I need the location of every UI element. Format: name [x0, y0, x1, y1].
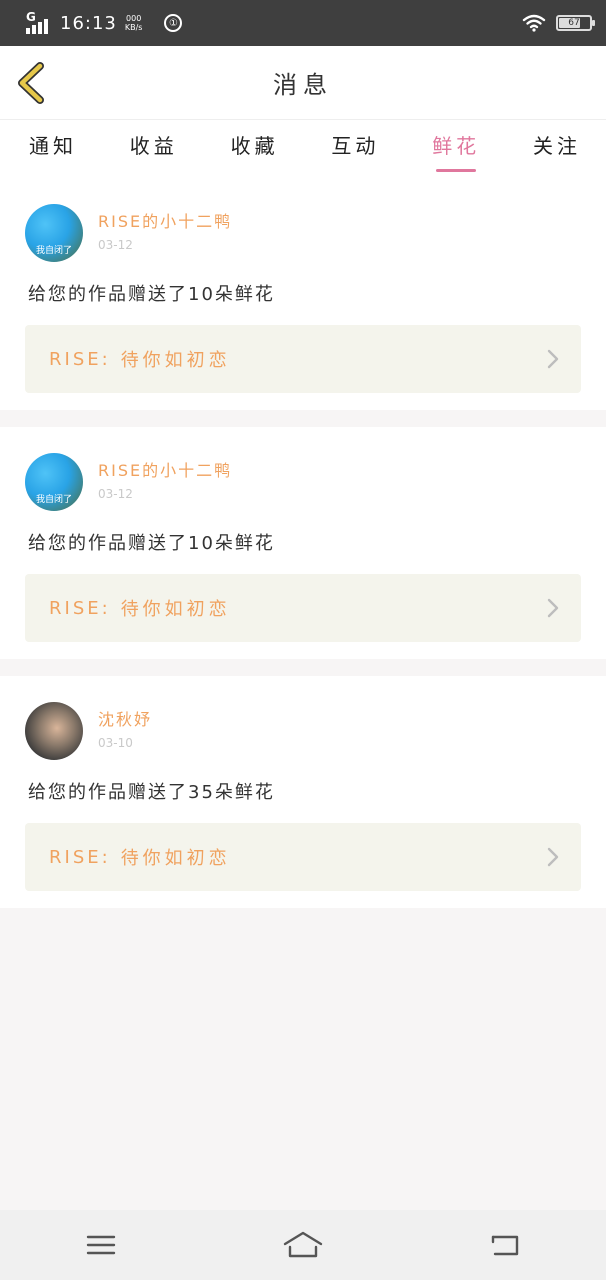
status-left: G 16:13 000 KB/s ①: [26, 10, 183, 34]
status-bar: G 16:13 000 KB/s ① 67: [0, 0, 606, 46]
message-list: 我自闭了 RISE的小十二鸭 03-12 给您的作品赠送了10朵鲜花 RISE:…: [0, 178, 606, 908]
work-link[interactable]: RISE: 待你如初恋: [25, 574, 581, 642]
chevron-right-icon: [547, 598, 559, 618]
message-text: 给您的作品赠送了10朵鲜花: [28, 533, 275, 554]
header: 消息: [0, 46, 606, 120]
avatar-caption: 我自闭了: [35, 495, 72, 505]
tab-income[interactable]: 收益: [127, 120, 181, 178]
tab-notice[interactable]: 通知: [26, 120, 80, 178]
tab-following[interactable]: 关注: [530, 120, 584, 178]
tab-interaction[interactable]: 互动: [328, 120, 382, 178]
tab-label: 通知: [29, 134, 77, 158]
back-button[interactable]: [14, 62, 50, 104]
avatar[interactable]: 我自闭了: [25, 204, 83, 262]
chevron-right-icon: [547, 847, 559, 867]
notification-circle-icon: ①: [164, 14, 183, 32]
work-link[interactable]: RISE: 待你如初恋: [25, 823, 581, 891]
message-text: 给您的作品赠送了35朵鲜花: [28, 782, 275, 803]
username[interactable]: RISE的小十二鸭: [98, 208, 232, 232]
battery-icon: 67: [556, 15, 595, 31]
tab-flowers[interactable]: 鲜花: [429, 120, 483, 178]
tab-label: 收藏: [230, 134, 279, 158]
status-time: 16:13: [60, 12, 117, 34]
message-date: 03-12: [98, 238, 133, 252]
message-date: 03-10: [98, 736, 133, 750]
message-date: 03-12: [98, 487, 133, 501]
username[interactable]: RISE的小十二鸭: [98, 457, 232, 481]
message-card: 我自闭了 RISE的小十二鸭 03-12 给您的作品赠送了10朵鲜花 RISE:…: [0, 178, 606, 410]
menu-button[interactable]: [71, 1225, 131, 1265]
avatar[interactable]: 我自闭了: [25, 453, 83, 511]
work-author-label: RISE:: [49, 846, 111, 868]
system-nav-bar: [0, 1210, 606, 1280]
tab-label: 关注: [532, 134, 581, 158]
work-author-label: RISE:: [49, 348, 111, 370]
home-button[interactable]: [273, 1225, 333, 1265]
work-author-label: RISE:: [49, 597, 111, 619]
work-link[interactable]: RISE: 待你如初恋: [25, 325, 581, 393]
message-card: 沈秋妤 03-10 给您的作品赠送了35朵鲜花 RISE: 待你如初恋: [0, 676, 606, 908]
speed-unit: KB/s: [124, 23, 143, 32]
back-icon: [491, 1235, 519, 1256]
work-title: 待你如初恋: [120, 848, 231, 869]
status-right: 67: [522, 14, 595, 32]
page-title: 消息: [273, 71, 333, 99]
username[interactable]: 沈秋妤: [98, 706, 152, 730]
avatar-caption: 我自闭了: [35, 246, 72, 256]
tab-bar: 通知 收益 收藏 互动 鲜花 关注: [0, 120, 606, 178]
back-nav-button[interactable]: [475, 1225, 535, 1265]
speed-value: 000: [126, 14, 142, 23]
avatar[interactable]: [25, 702, 83, 760]
active-tab-indicator: [436, 169, 477, 172]
home-icon: [283, 1231, 323, 1258]
tab-label: 互动: [331, 134, 380, 158]
message-text: 给您的作品赠送了10朵鲜花: [28, 284, 275, 305]
wifi-icon: [522, 14, 546, 32]
battery-level: 67: [568, 18, 580, 28]
work-title: 待你如初恋: [120, 350, 231, 371]
message-card: 我自闭了 RISE的小十二鸭 03-12 给您的作品赠送了10朵鲜花 RISE:…: [0, 427, 606, 659]
menu-icon: [86, 1235, 116, 1255]
tab-label: 收益: [129, 134, 178, 158]
signal-icon: G: [26, 10, 52, 34]
work-title: 待你如初恋: [120, 599, 231, 620]
tab-label: 鲜花: [432, 134, 481, 158]
tab-favorites[interactable]: 收藏: [228, 120, 282, 178]
chevron-right-icon: [547, 349, 559, 369]
network-speed: 000 KB/s: [125, 14, 143, 32]
